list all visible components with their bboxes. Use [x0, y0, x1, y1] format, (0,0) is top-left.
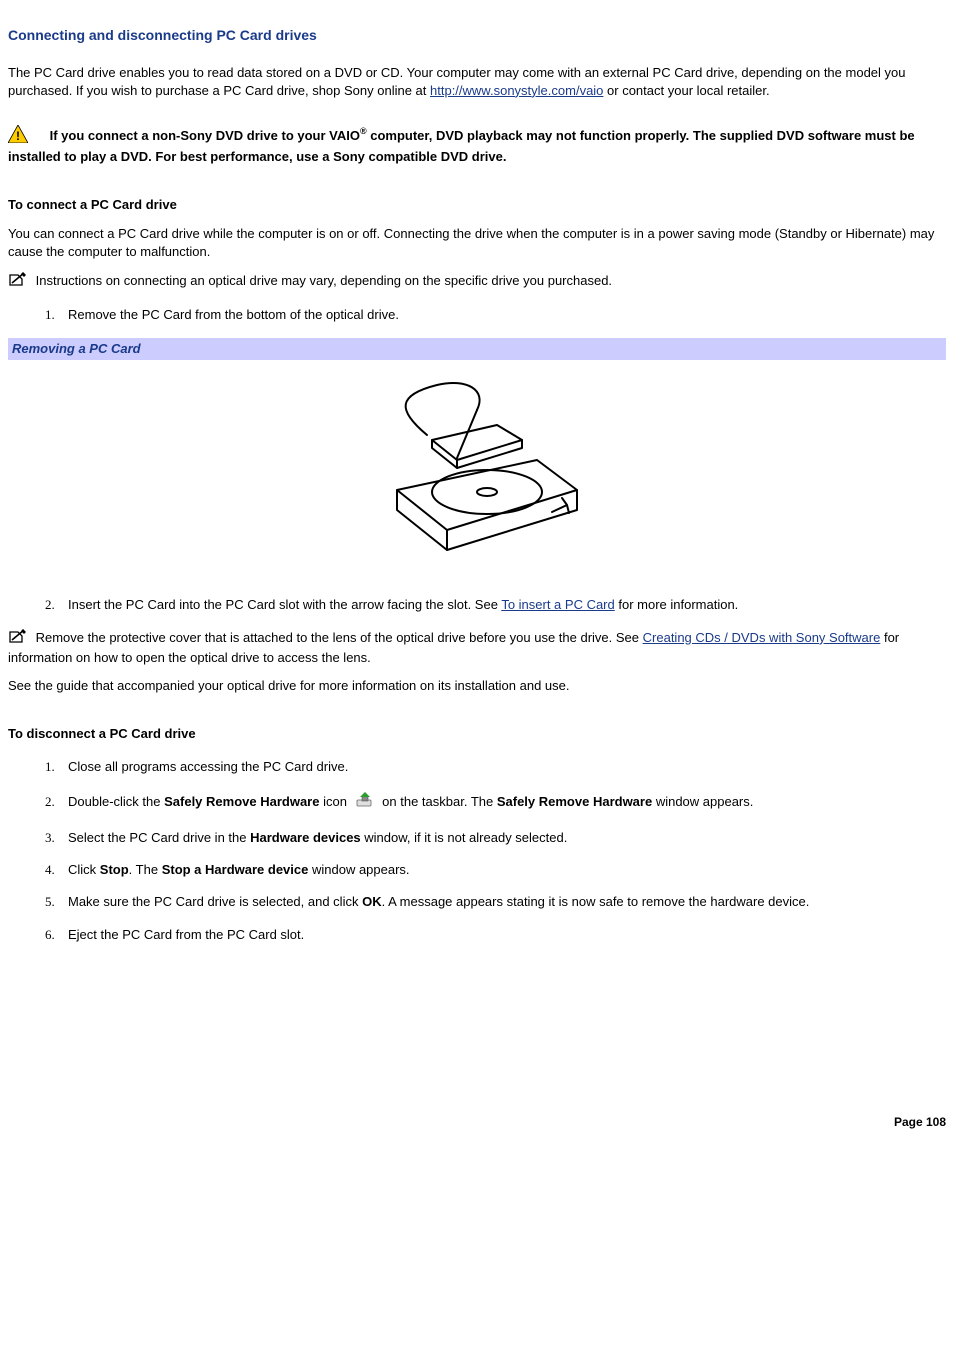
- d2-f: window appears.: [652, 794, 753, 809]
- disconnect-step-1: Close all programs accessing the PC Card…: [58, 758, 946, 776]
- svg-text:!: !: [16, 129, 20, 143]
- disconnect-step-4: Click Stop. The Stop a Hardware device w…: [58, 861, 946, 879]
- d2-e: Safely Remove Hardware: [497, 794, 652, 809]
- d2-b: Safely Remove Hardware: [164, 794, 319, 809]
- warning-text: If you connect a non-Sony DVD drive to y…: [8, 128, 915, 164]
- d3-b: Hardware devices: [250, 830, 361, 845]
- d3-c: window, if it is not already selected.: [361, 830, 568, 845]
- safely-remove-hardware-icon: [355, 790, 375, 815]
- creating-cds-link[interactable]: Creating CDs / DVDs with Sony Software: [643, 630, 881, 645]
- d2-c: icon: [319, 794, 350, 809]
- d5-c: . A message appears stating it is now sa…: [382, 894, 810, 909]
- disconnect-step-5: Make sure the PC Card drive is selected,…: [58, 893, 946, 911]
- d5-a: Make sure the PC Card drive is selected,…: [68, 894, 362, 909]
- d4-a: Click: [68, 862, 100, 877]
- connect-note-text: Instructions on connecting an optical dr…: [32, 273, 612, 288]
- connect-step-2a: Insert the PC Card into the PC Card slot…: [68, 597, 501, 612]
- connect-step-2b: for more information.: [615, 597, 739, 612]
- figure-image: [8, 370, 946, 575]
- see-guide-paragraph: See the guide that accompanied your opti…: [8, 677, 946, 695]
- d4-b: Stop: [100, 862, 129, 877]
- connect-step-1: Remove the PC Card from the bottom of th…: [58, 306, 946, 324]
- disconnect-step-3: Select the PC Card drive in the Hardware…: [58, 829, 946, 847]
- disconnect-step-2: Double-click the Safely Remove Hardware …: [58, 790, 946, 815]
- connect-paragraph: You can connect a PC Card drive while th…: [8, 225, 946, 261]
- d3-a: Select the PC Card drive in the: [68, 830, 250, 845]
- d2-d: on the taskbar. The: [379, 794, 497, 809]
- d5-b: OK: [362, 894, 382, 909]
- sonystyle-link[interactable]: http://www.sonystyle.com/vaio: [430, 83, 603, 98]
- d2-a: Double-click the: [68, 794, 164, 809]
- warning-text-a: If you connect a non-Sony DVD drive to y…: [50, 128, 360, 143]
- connect-steps: Remove the PC Card from the bottom of th…: [8, 306, 946, 324]
- connect-note: Instructions on connecting an optical dr…: [8, 271, 946, 292]
- figure-caption: Removing a PC Card: [8, 338, 946, 360]
- lens-note: Remove the protective cover that is atta…: [8, 628, 946, 667]
- warning-icon: !: [8, 125, 28, 148]
- connect-steps-cont: Insert the PC Card into the PC Card slot…: [8, 596, 946, 614]
- warning-reg: ®: [360, 126, 367, 136]
- disconnect-heading: To disconnect a PC Card drive: [8, 725, 946, 743]
- page-title: Connecting and disconnecting PC Card dri…: [8, 26, 946, 46]
- note-icon: [8, 271, 28, 292]
- warning-block: ! If you connect a non-Sony DVD drive to…: [8, 125, 946, 166]
- disconnect-steps: Close all programs accessing the PC Card…: [8, 758, 946, 944]
- disconnect-step-6: Eject the PC Card from the PC Card slot.: [58, 926, 946, 944]
- insert-pc-card-link[interactable]: To insert a PC Card: [501, 597, 614, 612]
- connect-step-2: Insert the PC Card into the PC Card slot…: [58, 596, 946, 614]
- d4-d: Stop a Hardware device: [162, 862, 309, 877]
- connect-heading: To connect a PC Card drive: [8, 196, 946, 214]
- lens-note-a: Remove the protective cover that is atta…: [32, 630, 643, 645]
- intro-paragraph: The PC Card drive enables you to read da…: [8, 64, 946, 100]
- page-number: Page 108: [8, 1114, 946, 1131]
- d4-e: window appears.: [308, 862, 409, 877]
- intro-text-b: or contact your local retailer.: [603, 83, 769, 98]
- d4-c: . The: [129, 862, 162, 877]
- note-icon: [8, 628, 28, 649]
